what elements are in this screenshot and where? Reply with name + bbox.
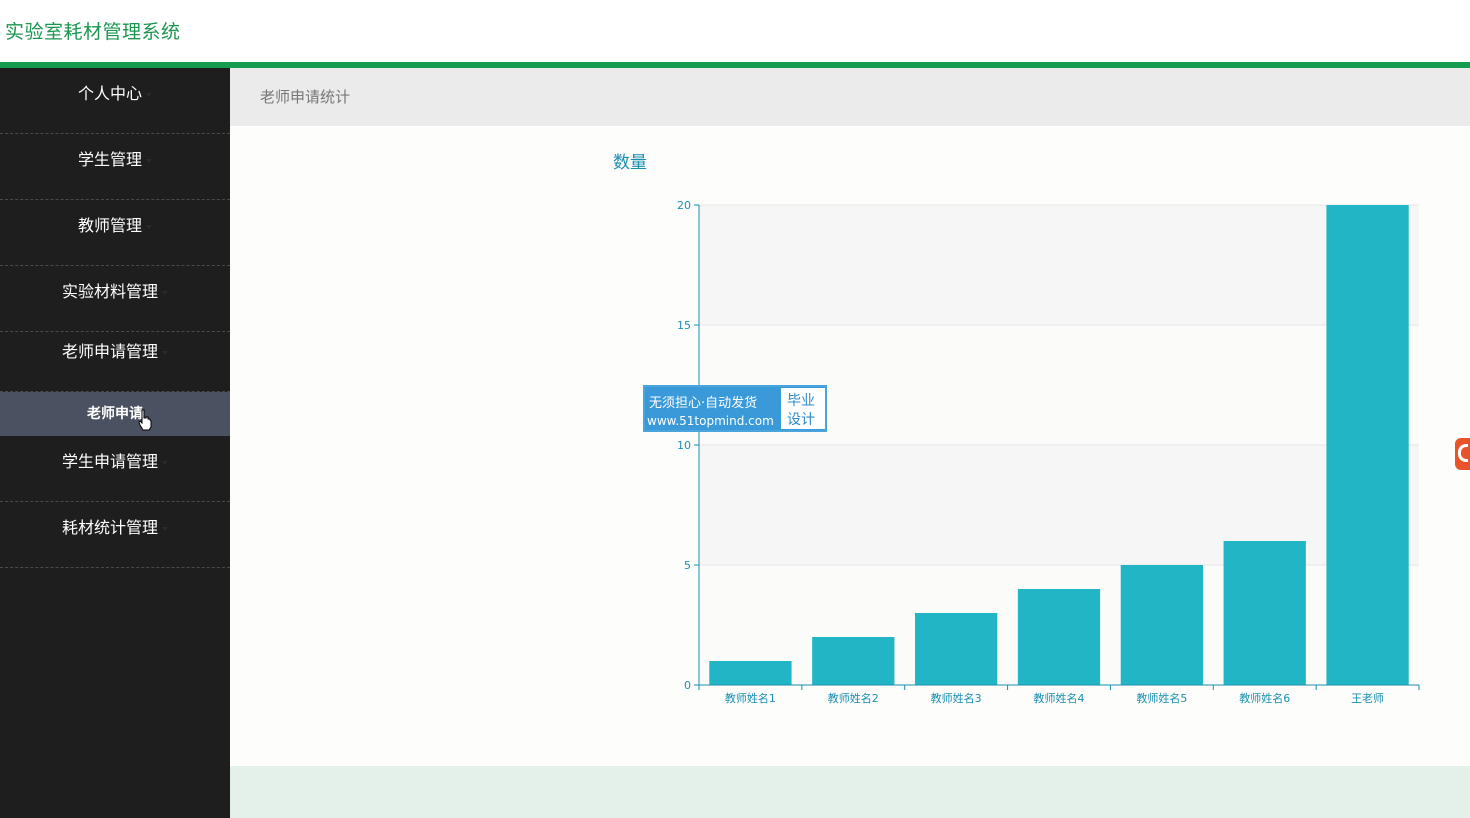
sidebar-subitem-label: 老师申请 — [87, 406, 143, 422]
caret-icon — [162, 350, 168, 355]
main-content: 老师申请统计 数量 0 5 10 15 20 教师姓名1 教师姓名2 教师姓名3 教师姓名4 教… — [230, 68, 1470, 818]
app-title: 实验室耗材管理系统 — [5, 21, 181, 43]
top-bar: 实验室耗材管理系统 — [0, 0, 1470, 62]
ad-text-right2: 设计 — [787, 412, 815, 428]
sidebar: 个人中心 学生管理 教师管理 实验材料管理 老师申请管理 老师申请 学生申请管理… — [0, 68, 230, 818]
x-tick-label: 教师姓名2 — [828, 691, 879, 705]
x-tick-label: 教师姓名1 — [725, 691, 776, 705]
sidebar-item-label: 老师申请管理 — [61, 342, 158, 361]
bar[interactable] — [1223, 541, 1306, 685]
caret-icon — [146, 158, 152, 163]
breadcrumb-bar: 老师申请统计 — [230, 68, 1470, 126]
y-tick-label: 10 — [677, 439, 691, 452]
x-tick-label: 教师姓名4 — [1034, 691, 1085, 705]
x-tick-label: 教师姓名5 — [1136, 691, 1187, 705]
ad-left-panel: 无须担心·自动发货 www.51topmind.com — [645, 387, 779, 430]
ad-overlay[interactable]: 无须担心·自动发货 www.51topmind.com 毕业 设计 — [643, 385, 827, 432]
sidebar-item-label: 耗材统计管理 — [61, 518, 158, 537]
ad-text-right1: 毕业 — [787, 393, 815, 409]
sidebar-item-personal-center[interactable]: 个人中心 — [0, 68, 230, 134]
sidebar-item-label: 教师管理 — [77, 216, 142, 235]
y-tick-label: 0 — [684, 679, 691, 692]
caret-icon — [146, 92, 152, 97]
x-tick-label: 王老师 — [1351, 692, 1384, 705]
caret-icon — [162, 526, 168, 531]
breadcrumb: 老师申请统计 — [260, 88, 351, 106]
sidebar-item-material-management[interactable]: 实验材料管理 — [0, 266, 230, 332]
caret-icon — [162, 460, 168, 465]
side-logo-icon[interactable] — [1455, 438, 1470, 470]
chart-title: 数量 — [613, 153, 647, 173]
hand-cursor-icon — [138, 409, 152, 431]
x-tick-label: 教师姓名3 — [931, 691, 982, 705]
x-tick-label: 教师姓名6 — [1239, 691, 1290, 705]
sidebar-item-label: 学生管理 — [77, 150, 142, 169]
y-tick-label: 20 — [677, 199, 691, 212]
footer-band — [230, 766, 1470, 818]
ad-url: www.51topmind.com — [647, 414, 774, 428]
sidebar-item-teacher-management[interactable]: 教师管理 — [0, 200, 230, 266]
grid-band — [699, 205, 1419, 325]
bar[interactable] — [1017, 589, 1101, 685]
bar[interactable] — [812, 637, 895, 685]
bar[interactable] — [709, 661, 792, 685]
bar[interactable] — [1326, 205, 1409, 685]
sidebar-item-label: 个人中心 — [77, 84, 142, 103]
sidebar-item-student-application-management[interactable]: 学生申请管理 — [0, 436, 230, 502]
ad-text-line1: 无须担心·自动发货 — [649, 396, 758, 411]
sidebar-item-teacher-application-management[interactable]: 老师申请管理 — [0, 326, 230, 392]
sidebar-item-label: 实验材料管理 — [61, 282, 158, 301]
grid-band — [699, 445, 1419, 565]
caret-icon — [162, 290, 168, 295]
sidebar-item-student-management[interactable]: 学生管理 — [0, 134, 230, 200]
bar[interactable] — [915, 613, 998, 685]
bar-chart: 0 5 10 15 20 教师姓名1 教师姓名2 教师姓名3 教师姓名4 教师姓名5 教师姓名6 王… — [677, 199, 1420, 705]
sidebar-item-label: 学生申请管理 — [61, 452, 158, 471]
ad-right-panel: 毕业 设计 — [781, 388, 825, 429]
y-tick-label: 15 — [677, 319, 691, 332]
sidebar-item-consumable-statistics[interactable]: 耗材统计管理 — [0, 502, 230, 568]
sidebar-subitem-teacher-application[interactable]: 老师申请 — [0, 392, 230, 436]
y-tick-label: 5 — [684, 559, 691, 572]
bar[interactable] — [1120, 565, 1203, 685]
caret-icon — [146, 224, 152, 229]
